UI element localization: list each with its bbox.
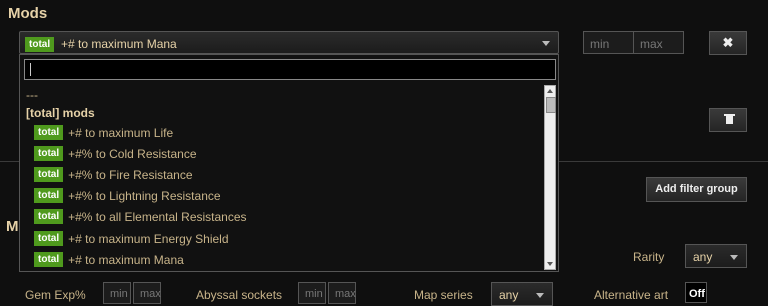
mod-option-label: +# to maximum Energy Shield bbox=[68, 231, 229, 246]
remove-mod-button[interactable]: ✖ bbox=[709, 31, 747, 55]
gem-exp-max-input[interactable]: max bbox=[133, 282, 161, 304]
mod-option[interactable]: total +#% to Fire Resistance bbox=[34, 167, 193, 185]
mod-search-input[interactable] bbox=[24, 59, 556, 80]
rarity-select[interactable]: any bbox=[685, 244, 747, 268]
mod-option[interactable]: total +# to maximum Life bbox=[34, 125, 173, 143]
delete-group-button[interactable] bbox=[709, 108, 747, 132]
option-group-label: [total] mods bbox=[26, 106, 95, 120]
mod-option-label: +# to maximum Mana bbox=[68, 252, 184, 267]
empty-option-label: --- bbox=[26, 88, 38, 102]
chevron-down-icon bbox=[542, 41, 550, 46]
mod-min-input[interactable]: min bbox=[583, 31, 634, 54]
rarity-label: Rarity bbox=[633, 250, 665, 264]
abyssal-sockets-label: Abyssal sockets bbox=[196, 288, 283, 302]
mod-option[interactable]: total +#% to all Elemental Resistances bbox=[34, 209, 247, 227]
alternative-art-toggle[interactable]: Off bbox=[685, 282, 707, 303]
mod-max-input[interactable]: max bbox=[633, 31, 684, 54]
mod-select-value: +# to maximum Mana bbox=[61, 37, 177, 51]
mod-option-label: +#% to Cold Resistance bbox=[68, 146, 197, 161]
mod-type-badge: total bbox=[34, 188, 64, 204]
abyssal-max-input[interactable]: max bbox=[328, 282, 356, 304]
abyssal-min-input[interactable]: min bbox=[298, 282, 326, 304]
gem-exp-min-input[interactable]: min bbox=[103, 282, 131, 304]
mod-dropdown: --- [total] mods total +# to maximum Life… bbox=[19, 54, 559, 272]
scroll-up-arrow-icon[interactable] bbox=[547, 89, 553, 93]
mod-option[interactable]: total +#% to Lightning Resistance bbox=[34, 188, 221, 206]
mod-option[interactable]: total +# to maximum Mana bbox=[34, 252, 184, 270]
misc-section-title: M bbox=[6, 218, 19, 235]
text-cursor bbox=[30, 63, 31, 76]
alternative-art-label: Alternative art bbox=[594, 288, 669, 302]
mod-select[interactable]: total +# to maximum Mana bbox=[19, 31, 559, 54]
scroll-down-arrow-icon[interactable] bbox=[547, 262, 553, 266]
mod-option[interactable]: total +#% to Cold Resistance bbox=[34, 146, 197, 164]
mods-section-title: Mods bbox=[8, 5, 48, 22]
gem-exp-label: Gem Exp% bbox=[25, 288, 86, 302]
map-series-label: Map series bbox=[414, 288, 473, 302]
mod-type-badge: total bbox=[34, 252, 64, 268]
mod-option-label: +#% to Fire Resistance bbox=[68, 167, 193, 182]
mod-option-label: +#% to Lightning Resistance bbox=[68, 188, 221, 203]
mod-option[interactable]: total +# to maximum Energy Shield bbox=[34, 231, 229, 249]
mod-type-badge: total bbox=[34, 146, 64, 162]
mod-options-list: --- [total] mods total +# to maximum Life… bbox=[20, 85, 542, 271]
mod-type-badge: total bbox=[34, 167, 64, 183]
mod-option-label: +#% to all Elemental Resistances bbox=[68, 209, 247, 224]
dropdown-scrollbar[interactable] bbox=[544, 85, 556, 270]
map-series-value: any bbox=[499, 288, 519, 302]
mod-type-badge: total bbox=[25, 37, 55, 52]
empty-option[interactable]: --- bbox=[20, 85, 542, 105]
mod-option-label: +# to maximum Life bbox=[68, 125, 174, 140]
mod-type-badge: total bbox=[34, 231, 64, 247]
chevron-down-icon bbox=[730, 255, 738, 260]
map-series-select[interactable]: any bbox=[491, 282, 553, 306]
add-filter-group-button[interactable]: Add filter group bbox=[646, 177, 747, 202]
mod-type-badge: total bbox=[34, 125, 64, 141]
mod-type-badge: total bbox=[34, 209, 64, 225]
chevron-down-icon bbox=[536, 293, 544, 298]
rarity-value: any bbox=[693, 250, 713, 264]
scrollbar-thumb[interactable] bbox=[546, 97, 556, 113]
